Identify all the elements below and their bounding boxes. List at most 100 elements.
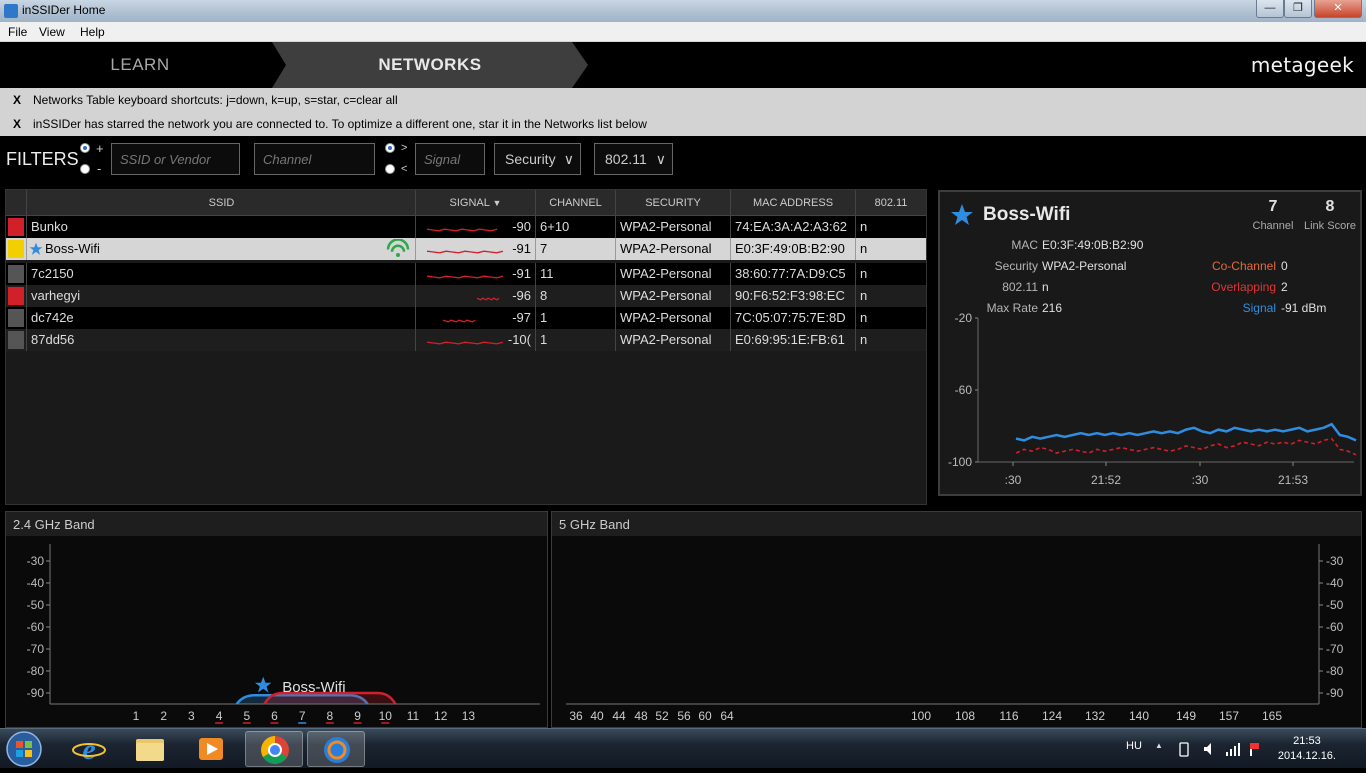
channel-label: 13 xyxy=(462,709,476,723)
channel-label: 8 xyxy=(327,709,334,723)
include-label: + xyxy=(96,141,104,156)
menu-bar: File View Help xyxy=(0,22,1366,42)
channel-label: 7 xyxy=(299,709,306,723)
inssider-taskbar-button[interactable] xyxy=(307,731,365,767)
signal-cell: -96 xyxy=(415,285,535,307)
mac-label: MAC xyxy=(1011,238,1038,252)
channel-label: 56 xyxy=(677,709,691,723)
col-mac[interactable]: MAC ADDRESS xyxy=(730,190,855,216)
chrome-taskbar-button[interactable] xyxy=(245,731,303,767)
channel-label: 157 xyxy=(1219,709,1239,723)
channel-label: 165 xyxy=(1262,709,1282,723)
signal-less-radio[interactable] xyxy=(385,164,395,174)
col-standard[interactable]: 802.11 xyxy=(855,190,926,216)
network-color-swatch[interactable] xyxy=(8,265,24,283)
media-player-icon xyxy=(199,738,223,760)
signal-value: -96 xyxy=(512,288,531,303)
channel-label: 116 xyxy=(999,709,1018,723)
language-indicator[interactable]: HU xyxy=(1126,740,1142,752)
signal-value: -91 xyxy=(512,241,531,256)
menu-view[interactable]: View xyxy=(39,25,65,39)
table-row[interactable]: varhegyi -96 8 WPA2-Personal 90:F6:52:F3:98:… xyxy=(6,285,926,307)
tab-learn[interactable]: LEARN xyxy=(0,42,280,88)
brand-logo: metageek xyxy=(1250,53,1354,77)
standard-dropdown[interactable]: 802.11 ∨ xyxy=(594,143,673,175)
star-icon[interactable] xyxy=(29,242,43,256)
notice-starred: X inSSIDer has starred the network you a… xyxy=(0,112,1366,136)
svg-text:e: e xyxy=(82,733,95,766)
app-icon xyxy=(4,4,18,18)
y-tick-label: -60 xyxy=(1326,620,1344,634)
close-button[interactable]: ✕ xyxy=(1314,0,1362,18)
mac-cell: 74:EA:3A:A2:A3:62 xyxy=(730,216,855,238)
table-row[interactable]: Bunko -90 6+10 WPA2-Personal 74:EA:3A:A2:A3:… xyxy=(6,216,926,238)
menu-file[interactable]: File xyxy=(8,25,27,39)
internet-explorer-taskbar-button[interactable]: e xyxy=(60,731,118,767)
channel-label: 40 xyxy=(590,709,604,723)
show-hidden-icons-button[interactable]: ▲ xyxy=(1155,741,1163,750)
filters-bar: FILTERS + - SSID or Vendor Channel > < S… xyxy=(0,136,1366,182)
network-name-label: Boss-Wifi xyxy=(282,679,345,696)
col-security[interactable]: SECURITY xyxy=(615,190,730,216)
channel-input[interactable]: Channel xyxy=(254,143,375,175)
security-dropdown[interactable]: Security ∨ xyxy=(494,143,581,175)
dismiss-notice-button[interactable]: X xyxy=(13,93,21,107)
star-icon[interactable] xyxy=(254,676,272,693)
dismiss-notice-button[interactable]: X xyxy=(13,117,21,131)
table-row[interactable]: 7c2150 -91 11 WPA2-Personal 38:60:77:7A:D9:C… xyxy=(6,263,926,285)
channel-label: 4 xyxy=(216,709,223,723)
ssid-cell: dc742e xyxy=(26,307,415,329)
filters-label: FILTERS xyxy=(6,149,79,169)
security-value: WPA2-Personal xyxy=(1042,259,1127,273)
media-player-taskbar-button[interactable] xyxy=(182,731,240,767)
network-color-swatch[interactable] xyxy=(8,309,24,327)
details-channel-label: Channel xyxy=(1252,220,1294,232)
channel-label: 132 xyxy=(1085,709,1105,723)
x-tick-label: :30 xyxy=(1005,473,1022,487)
table-row[interactable]: Boss-Wifi -91 7 WPA2-Personal E0:3F:49:0B:B2… xyxy=(6,238,926,260)
signal-cell: -90 xyxy=(415,216,535,238)
mac-cell: 90:F6:52:F3:98:EC xyxy=(730,285,855,307)
menu-help[interactable]: Help xyxy=(80,25,105,39)
y-tick-label: -40 xyxy=(27,576,45,590)
y-tick-label: -90 xyxy=(1326,686,1344,700)
network-color-swatch[interactable] xyxy=(8,287,24,305)
details-channel-value: 7 xyxy=(1268,198,1278,215)
maximize-button[interactable]: ❐ xyxy=(1284,0,1312,18)
tab-networks[interactable]: NETWORKS xyxy=(285,42,575,88)
ssid-cell: Boss-Wifi xyxy=(26,238,415,260)
signal-greater-radio[interactable] xyxy=(385,143,395,153)
star-icon[interactable] xyxy=(950,203,974,227)
table-row[interactable]: 87dd56 -10(1 WPA2-Personal E0:69:95:1E:FB:6… xyxy=(6,329,926,351)
ssid-vendor-input[interactable]: SSID or Vendor xyxy=(111,143,240,175)
signal-value: -90 xyxy=(512,219,531,234)
system-clock[interactable]: 21:53 2014.12.16. xyxy=(1278,734,1336,764)
col-ssid[interactable]: SSID xyxy=(26,190,416,216)
signal-value: -10( xyxy=(507,332,531,347)
channel-cell: 8 xyxy=(535,285,615,307)
battery-icon xyxy=(1179,742,1189,757)
inssider-icon xyxy=(324,737,350,763)
neighbor-series-line xyxy=(1015,437,1357,456)
start-orb-icon[interactable] xyxy=(4,730,44,768)
standard-label: 802.11 xyxy=(1002,280,1038,294)
col-channel[interactable]: CHANNEL xyxy=(535,190,615,216)
signal-input[interactable]: Signal xyxy=(415,143,485,175)
clock-date: 2014.12.16. xyxy=(1277,750,1336,762)
standard-value: n xyxy=(1042,280,1049,294)
minimize-button[interactable]: — xyxy=(1256,0,1284,18)
overlapping-value: 2 xyxy=(1281,280,1288,294)
channel-cell: 7 xyxy=(535,238,615,260)
exclude-radio[interactable] xyxy=(80,164,90,174)
table-row[interactable]: dc742e -97 1 WPA2-Personal 7C:05:07:75:7E:8D… xyxy=(6,307,926,329)
include-radio[interactable] xyxy=(80,143,90,153)
col-signal[interactable]: SIGNAL ▼ xyxy=(415,190,535,216)
file-explorer-taskbar-button[interactable] xyxy=(121,731,179,767)
band-24ghz-panel: 2.4 GHz Band -30 -40 -50 -60 -70 -80 -90 1 2 3 4 5 6… xyxy=(5,511,548,728)
network-color-swatch[interactable] xyxy=(8,218,24,236)
signal-cell: -91 xyxy=(415,263,535,285)
y-tick-label: -70 xyxy=(1326,642,1344,656)
network-color-swatch[interactable] xyxy=(8,331,24,349)
network-color-swatch[interactable] xyxy=(8,240,24,258)
security-cell: WPA2-Personal xyxy=(615,238,730,260)
